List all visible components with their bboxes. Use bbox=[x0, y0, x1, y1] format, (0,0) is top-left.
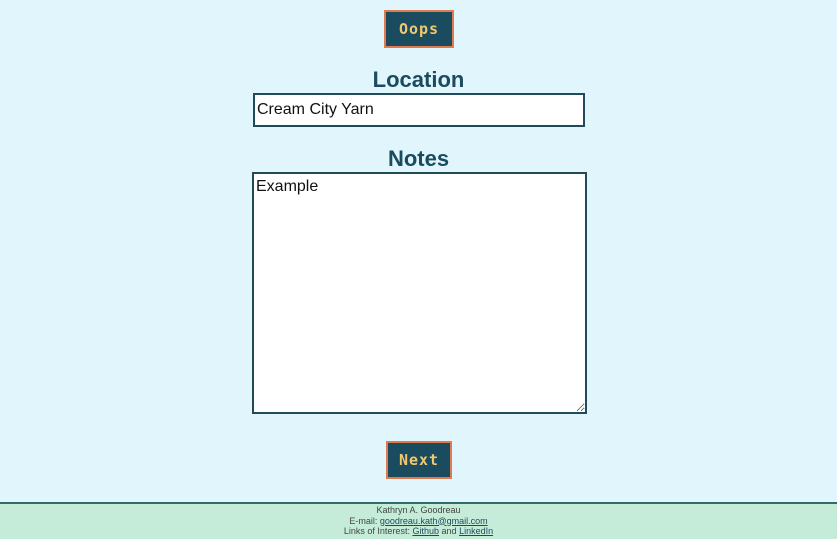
footer-links-prefix: Links of Interest: bbox=[343, 526, 410, 536]
footer-and-text: and bbox=[441, 526, 457, 536]
email-link[interactable]: goodreau.kath@gmail.com bbox=[380, 516, 488, 526]
notes-textarea[interactable]: Example bbox=[252, 172, 587, 414]
linkedin-link[interactable]: LinkedIn bbox=[459, 526, 493, 536]
github-link[interactable]: Github bbox=[412, 526, 439, 536]
footer-links-line: Links of Interest: Github and LinkedIn bbox=[0, 526, 837, 537]
footer: Kathryn A. Goodreau E-mail: goodreau.kat… bbox=[0, 502, 837, 539]
location-input[interactable] bbox=[253, 93, 585, 127]
notes-label: Notes bbox=[387, 146, 450, 171]
oops-button[interactable]: Oops bbox=[384, 10, 454, 48]
footer-author: Kathryn A. Goodreau bbox=[376, 505, 461, 515]
next-button[interactable]: Next bbox=[386, 441, 452, 479]
footer-email-prefix: E-mail: bbox=[349, 515, 378, 526]
location-label: Location bbox=[372, 67, 465, 92]
footer-email-line: E-mail: goodreau.kath@gmail.com bbox=[0, 516, 837, 527]
page: Oops Location Notes Example Next Kathryn… bbox=[0, 0, 837, 539]
